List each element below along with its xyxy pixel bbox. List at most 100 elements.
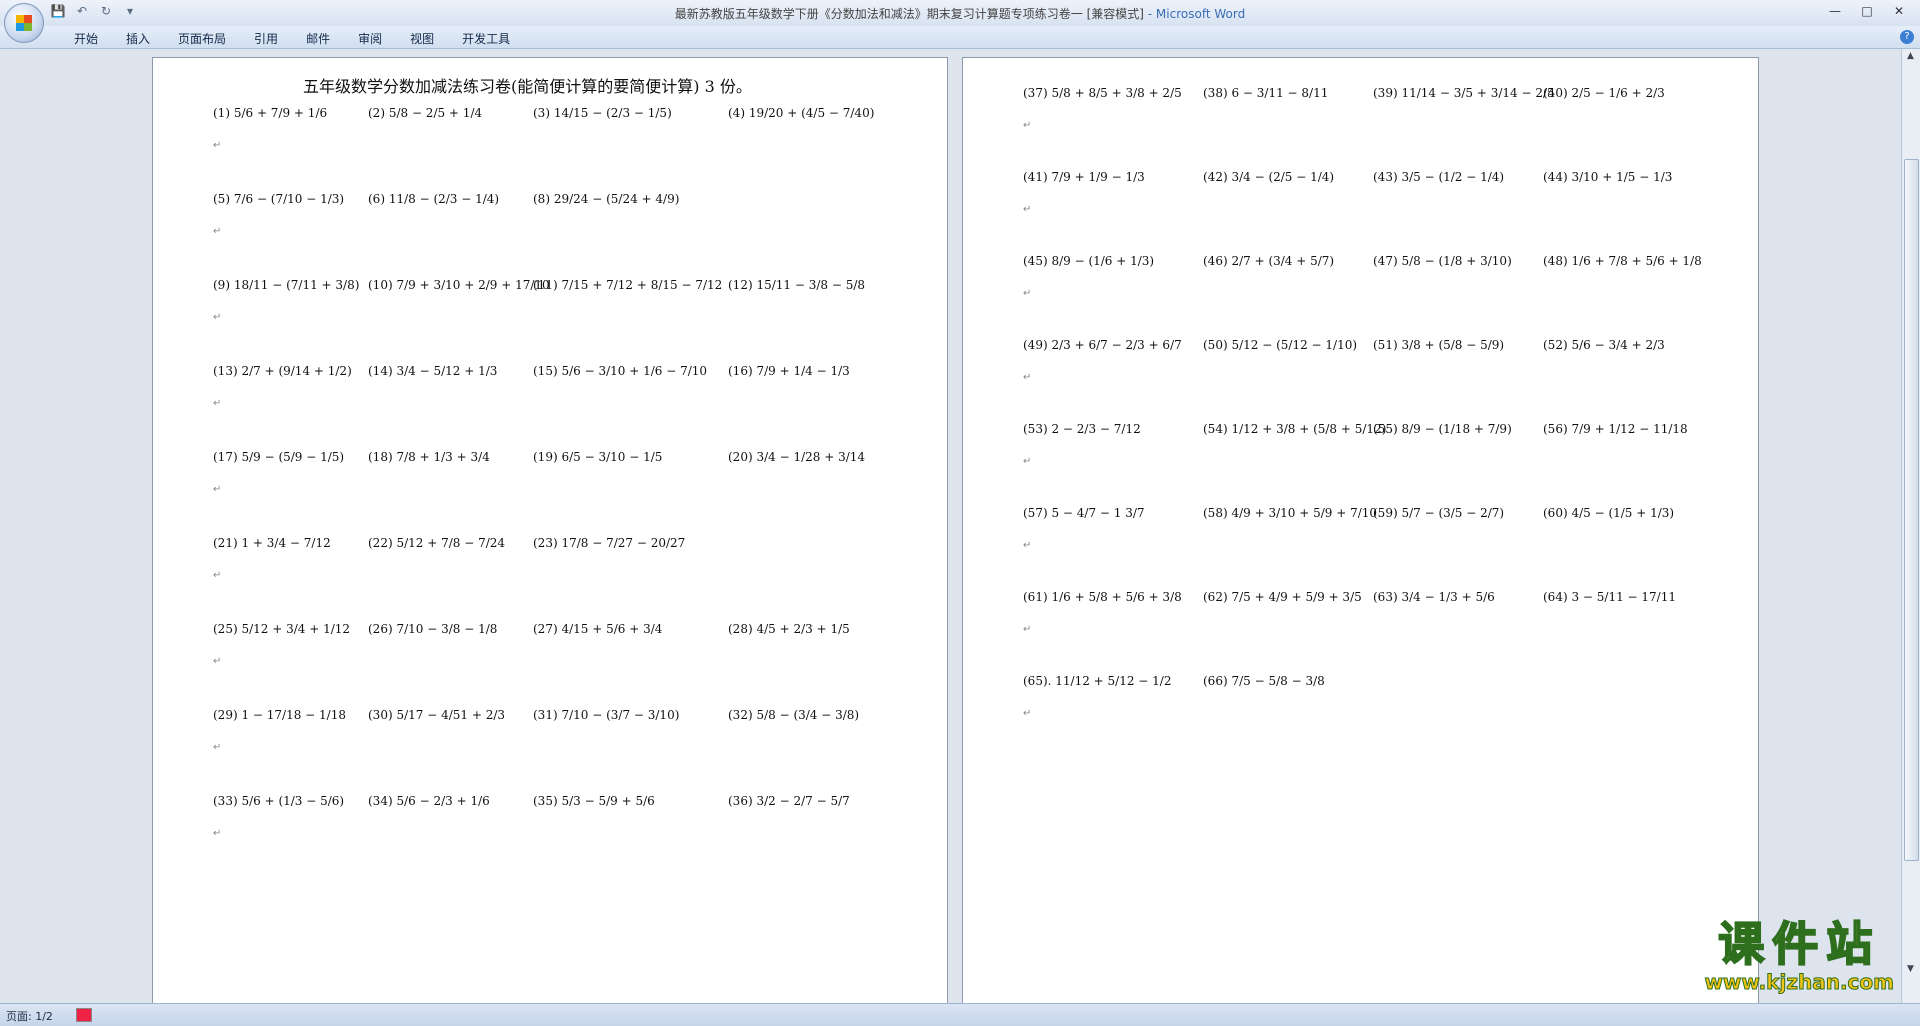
math-problem: (31) 7/10 − (3/7 − 3/10) [533, 708, 680, 722]
scrollbar-thumb[interactable] [1904, 159, 1919, 861]
title-main: 五年级数学分数加减法练习卷 [303, 77, 512, 96]
math-problem: (65). 11/12 + 5/12 − 1/2 [1023, 674, 1172, 688]
quick-access-toolbar: 💾 ↶ ↻ ▾ [50, 4, 138, 18]
window-controls: — □ ✕ [1820, 2, 1914, 20]
help-icon[interactable]: ? [1900, 30, 1914, 44]
math-problem: (15) 5/6 − 3/10 + 1/6 − 7/10 [533, 364, 708, 378]
math-problem: (30) 5/17 − 4/51 + 2/3 [368, 708, 506, 722]
math-problem: (44) 3/10 + 1/5 − 1/3 [1543, 170, 1673, 184]
math-problem: (48) 1/6 + 7/8 + 5/6 + 1/8 [1543, 254, 1702, 268]
math-problem: (59) 5/7 − (3/5 − 2/7) [1373, 506, 1505, 520]
save-icon[interactable]: 💾 [50, 4, 66, 18]
math-problem: (22) 5/12 + 7/8 − 7/24 [368, 536, 506, 550]
paragraph-mark-icon: ↵ [1023, 288, 1032, 299]
math-problem: (63) 3/4 − 1/3 + 5/6 [1373, 590, 1495, 604]
math-problem: (25) 5/12 + 3/4 + 1/12 [213, 622, 351, 636]
math-problem: (36) 3/2 − 2/7 − 5/7 [728, 794, 850, 808]
paragraph-mark-icon: ↵ [1023, 456, 1032, 467]
office-button[interactable] [4, 3, 44, 43]
spelling-status-icon[interactable] [76, 1008, 92, 1022]
math-problem: (14) 3/4 − 5/12 + 1/3 [368, 364, 498, 378]
undo-icon[interactable]: ↶ [74, 4, 90, 18]
math-problem: (55) 8/9 − (1/18 + 7/9) [1373, 422, 1512, 436]
math-problem: (51) 3/8 + (5/8 − 5/9) [1373, 338, 1505, 352]
tab-page-layout[interactable]: 页面布局 [164, 30, 240, 47]
math-problem: (54) 1/12 + 3/8 + (5/8 + 5/12) [1203, 422, 1387, 436]
math-problem: (26) 7/10 − 3/8 − 1/8 [368, 622, 498, 636]
paragraph-mark-icon: ↵ [1023, 120, 1032, 131]
math-problem: (35) 5/3 − 5/9 + 5/6 [533, 794, 655, 808]
math-problem: (39) 11/14 − 3/5 + 3/14 − 2/5 [1373, 86, 1555, 100]
paragraph-mark-icon: ↵ [213, 484, 222, 495]
minimize-icon[interactable]: — [1820, 2, 1850, 20]
window-title: 最新苏教版五年级数学下册《分数加法和减法》期末复习计算题专项练习卷一 [兼容模式… [0, 5, 1920, 22]
restore-icon[interactable]: □ [1852, 2, 1882, 20]
math-problem: (4) 19/20 + (4/5 − 7/40) [728, 106, 875, 120]
vertical-scrollbar[interactable]: ▲ ▼ [1901, 49, 1920, 1003]
paragraph-mark-icon: ↵ [213, 226, 222, 237]
tab-home[interactable]: 开始 [60, 30, 112, 47]
tab-mailings[interactable]: 邮件 [292, 30, 344, 47]
paragraph-mark-icon: ↵ [213, 570, 222, 581]
math-problem: (49) 2/3 + 6/7 − 2/3 + 6/7 [1023, 338, 1182, 352]
tab-review[interactable]: 审阅 [344, 30, 396, 47]
app-name: - Microsoft Word [1143, 7, 1246, 21]
scroll-up-icon[interactable]: ▲ [1904, 51, 1917, 63]
math-problem: (11) 7/15 + 7/12 + 8/15 − 7/12 [533, 278, 723, 292]
math-problem: (5) 7/6 − (7/10 − 1/3) [213, 192, 345, 206]
math-problem: (34) 5/6 − 2/3 + 1/6 [368, 794, 490, 808]
paragraph-mark-icon: ↵ [213, 140, 222, 151]
paragraph-mark-icon: ↵ [1023, 372, 1032, 383]
tab-view[interactable]: 视图 [396, 30, 448, 47]
paragraph-mark-icon: ↵ [213, 312, 222, 323]
paragraph-mark-icon: ↵ [1023, 540, 1032, 551]
math-problem: (37) 5/8 + 8/5 + 3/8 + 2/5 [1023, 86, 1182, 100]
math-problem: (38) 6 − 3/11 − 8/11 [1203, 86, 1329, 100]
scroll-down-icon[interactable]: ▼ [1904, 964, 1917, 976]
math-problem: (43) 3/5 − (1/2 − 1/4) [1373, 170, 1505, 184]
math-problem: (6) 11/8 − (2/3 − 1/4) [368, 192, 500, 206]
math-problem: (12) 15/11 − 3/8 − 5/8 [728, 278, 866, 292]
tab-developer[interactable]: 开发工具 [448, 30, 524, 47]
status-bar: 页面: 1/2 [0, 1003, 1920, 1026]
math-problem: (13) 2/7 + (9/14 + 1/2) [213, 364, 352, 378]
math-problem: (56) 7/9 + 1/12 − 11/18 [1543, 422, 1688, 436]
math-problem: (62) 7/5 + 4/9 + 5/9 + 3/5 [1203, 590, 1362, 604]
tab-insert[interactable]: 插入 [112, 30, 164, 47]
math-problem: (46) 2/7 + (3/4 + 5/7) [1203, 254, 1335, 268]
math-problem: (23) 17/8 − 7/27 − 20/27 [533, 536, 686, 550]
paragraph-mark-icon: ↵ [213, 398, 222, 409]
math-problem: (18) 7/8 + 1/3 + 3/4 [368, 450, 490, 464]
math-problem: (3) 14/15 − (2/3 − 1/5) [533, 106, 672, 120]
math-problem: (20) 3/4 − 1/28 + 3/14 [728, 450, 866, 464]
page-title: 五年级数学分数加减法练习卷(能简便计算的要简便计算) 3 份。 [303, 73, 752, 97]
tab-references[interactable]: 引用 [240, 30, 292, 47]
math-problem: (28) 4/5 + 2/3 + 1/5 [728, 622, 850, 636]
page-indicator[interactable]: 页面: 1/2 [6, 1008, 53, 1024]
document-workspace: 五年级数学分数加减法练习卷(能简便计算的要简便计算) 3 份。 (1) 5/6 … [0, 49, 1902, 1003]
math-problem: (40) 2/5 − 1/6 + 2/3 [1543, 86, 1665, 100]
math-problem: (17) 5/9 − (5/9 − 1/5) [213, 450, 345, 464]
math-problem: (21) 1 + 3/4 − 7/12 [213, 536, 331, 550]
math-problem: (47) 5/8 − (1/8 + 3/10) [1373, 254, 1512, 268]
math-problem: (16) 7/9 + 1/4 − 1/3 [728, 364, 850, 378]
watermark-logo: 课件站 www.kjzhan.com [1704, 917, 1895, 995]
ribbon: 开始 插入 页面布局 引用 邮件 审阅 视图 开发工具 ? [0, 26, 1920, 49]
close-icon[interactable]: ✕ [1884, 2, 1914, 20]
ribbon-tabs: 开始 插入 页面布局 引用 邮件 审阅 视图 开发工具 [60, 30, 524, 47]
watermark-url: www.kjzhan.com [1704, 970, 1895, 995]
page-1[interactable]: 五年级数学分数加减法练习卷(能简便计算的要简便计算) 3 份。 (1) 5/6 … [152, 57, 948, 1003]
customize-icon[interactable]: ▾ [122, 4, 138, 18]
paragraph-mark-icon: ↵ [213, 828, 222, 839]
math-problem: (33) 5/6 + (1/3 − 5/6) [213, 794, 345, 808]
math-problem: (1) 5/6 + 7/9 + 1/6 [213, 106, 328, 120]
math-problem: (32) 5/8 − (3/4 − 3/8) [728, 708, 860, 722]
page-2[interactable]: (37) 5/8 + 8/5 + 3/8 + 2/5 (38) 6 − 3/11 … [962, 57, 1759, 1003]
title-note: (能简便计算的要简便计算) 3 份。 [511, 77, 752, 96]
math-problem: (50) 5/12 − (5/12 − 1/10) [1203, 338, 1358, 352]
paragraph-mark-icon: ↵ [1023, 708, 1032, 719]
redo-icon[interactable]: ↻ [98, 4, 114, 18]
watermark-text: 课件站 [1717, 917, 1881, 971]
math-problem: (41) 7/9 + 1/9 − 1/3 [1023, 170, 1145, 184]
math-problem: (2) 5/8 − 2/5 + 1/4 [368, 106, 483, 120]
